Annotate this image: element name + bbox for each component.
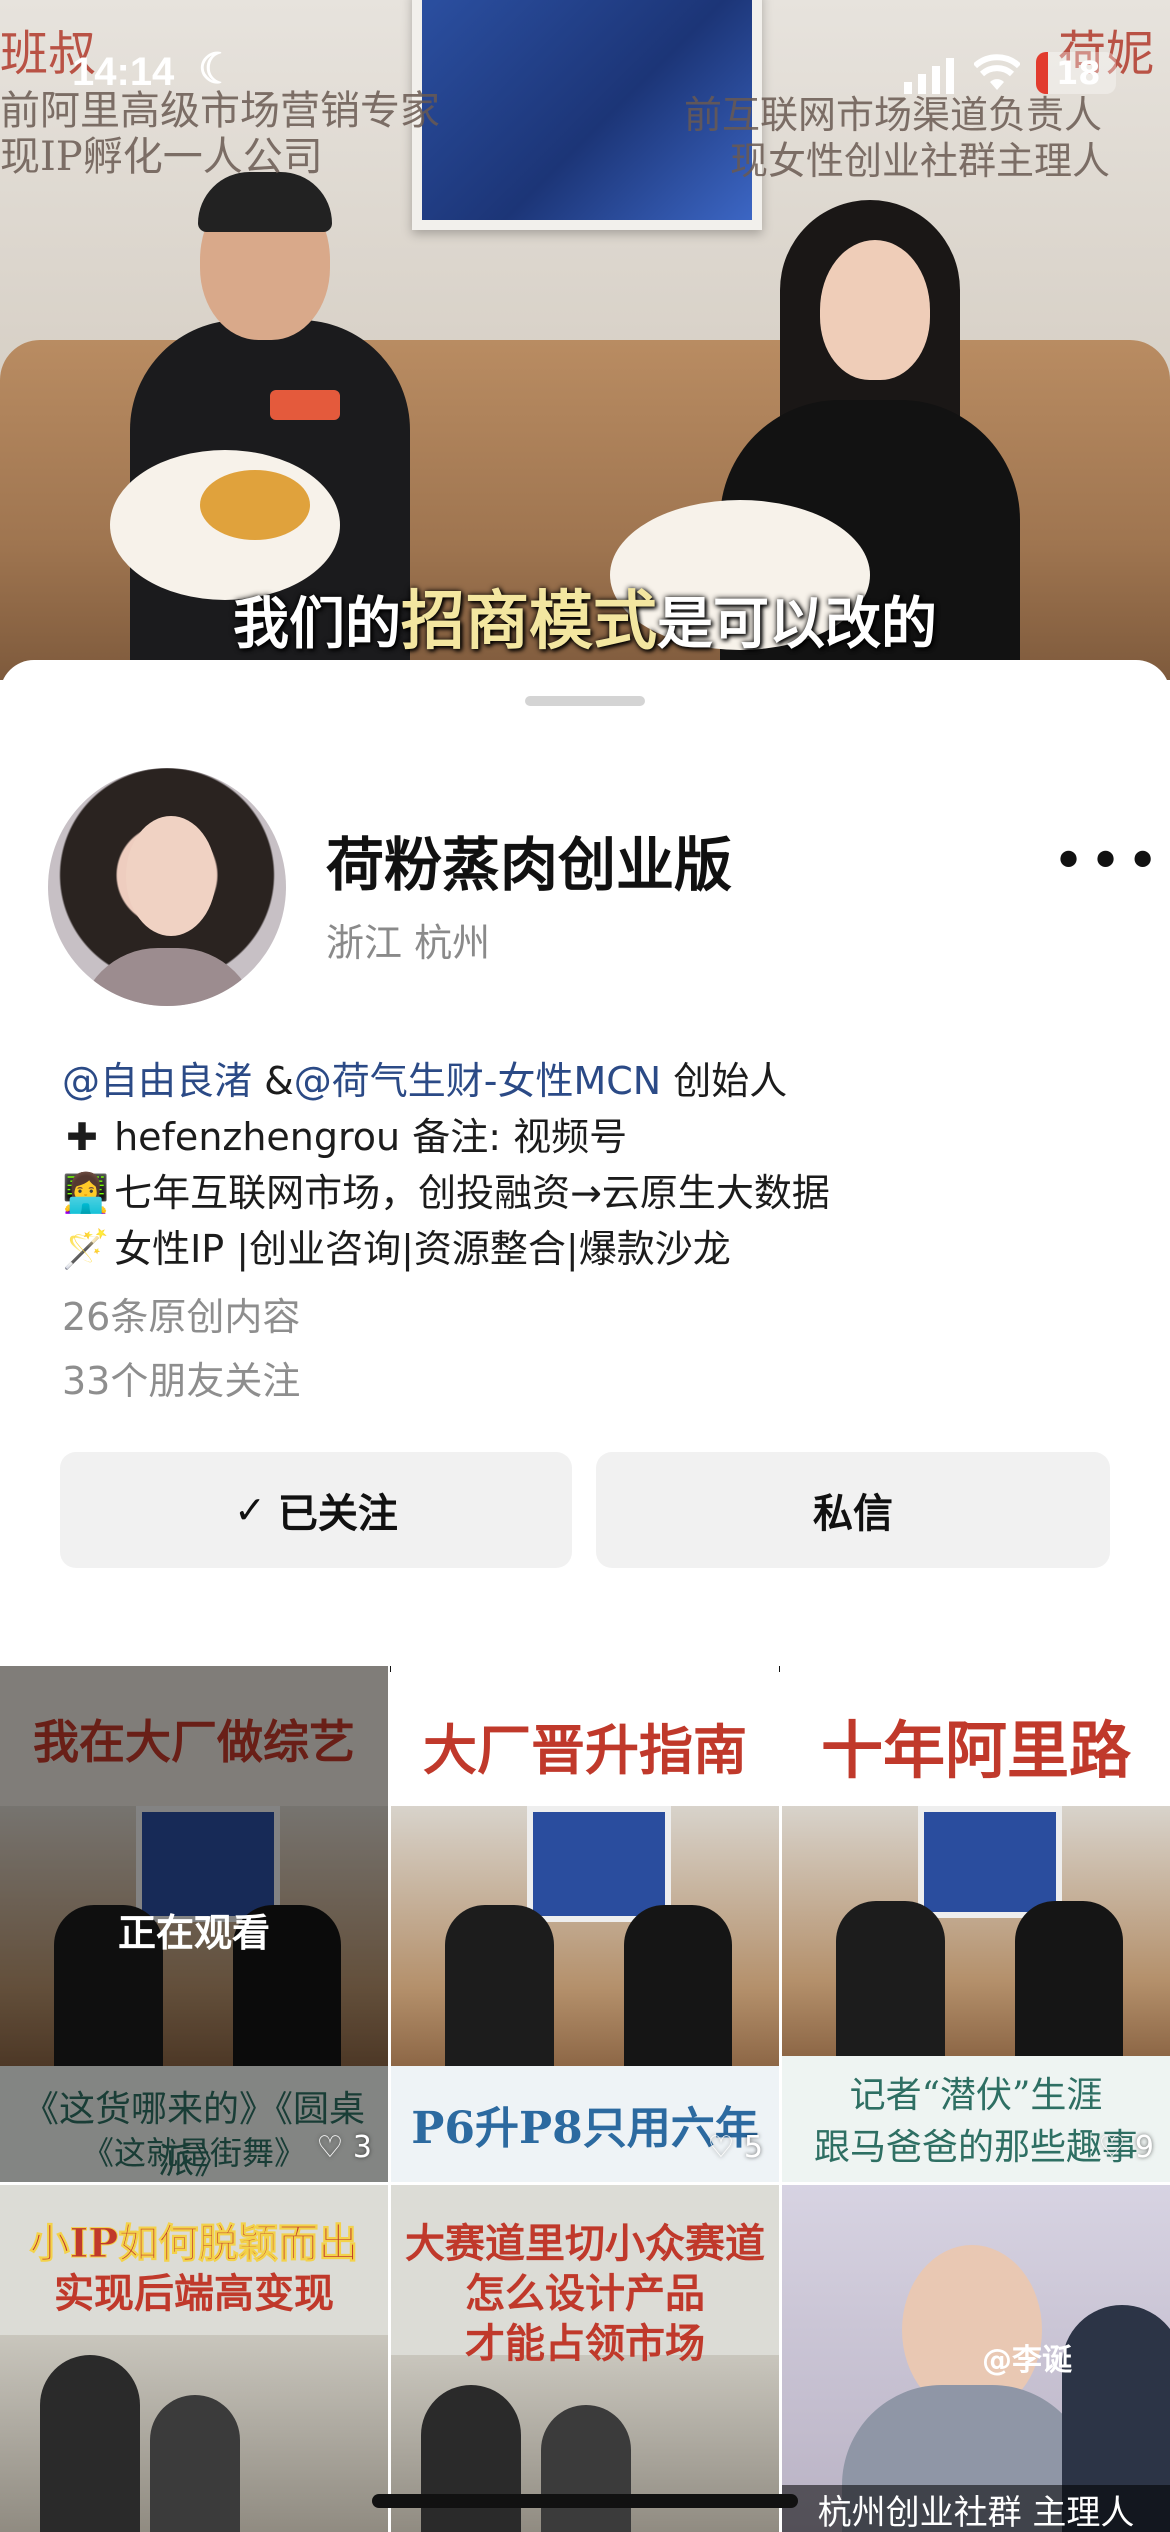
video-grid: 我在大厂做综艺 《这货哪来的》《圆桌派》 《这就是街舞》 正在观看 ♡ 3 大厂… — [0, 1666, 1170, 2532]
heart-icon: ♡ — [707, 2130, 735, 2165]
message-label: 私信 — [813, 1491, 893, 1537]
more-options-icon[interactable]: ••• — [1052, 834, 1163, 890]
video-thumbnail-3[interactable]: 十年阿里路 记者“潜伏”生涯 跟马爸爸的那些趣事 ♡ 9 — [782, 1666, 1170, 2182]
followed-button[interactable]: ✓ 已关注 — [60, 1452, 572, 1568]
bio-line-1: @自由良渚 &@荷气生财-女性MCN 创始人 — [62, 1050, 787, 1105]
mention-link-1[interactable]: @自由良渚 — [62, 1059, 252, 1103]
moon-icon: ☾ — [198, 45, 236, 92]
video-thumbnail-2[interactable]: 大厂晋升指南 P6升P8只用六年 ♡ 5 — [391, 1666, 779, 2182]
video-thumbnail-5[interactable]: 大赛道里切小众赛道 怎么设计产品 才能占领市场 — [391, 2185, 779, 2532]
profile-location: 浙江 杭州 — [326, 921, 491, 965]
egg-yolk — [200, 470, 310, 540]
bio-services: 女性IP |创业咨询|资源整合|爆款沙龙 — [114, 1227, 731, 1271]
left-guest-desc2: 现IP孵化一人公司 — [0, 134, 323, 180]
thumb-3-likes: ♡ 9 — [1098, 2130, 1154, 2165]
signal-icon — [904, 58, 956, 94]
video-player[interactable]: 班叔 前阿里高级市场营销专家 现IP孵化一人公司 荷妮 前互联网市场渠道负责人 … — [0, 0, 1170, 680]
thumb-6-watermark: @李诞 — [982, 2343, 1072, 2378]
home-indicator[interactable] — [372, 2494, 798, 2508]
checkmark-icon: ✓ — [234, 1488, 266, 1532]
bio-experience: 七年互联网市场，创投融资→云原生大数据 — [114, 1171, 830, 1215]
thumb-5-caption-2: 才能占领市场 — [465, 2320, 705, 2367]
sheet-drag-handle[interactable] — [525, 696, 645, 706]
magic-wand-icon: 🪄 — [62, 1227, 110, 1271]
thumb-1-like-count: 3 — [352, 2130, 372, 2165]
thumb-4-caption: 实现后端高变现 — [54, 2270, 334, 2317]
heart-icon: ♡ — [1098, 2130, 1126, 2165]
wifi-icon — [972, 54, 1022, 94]
thumb-2-title: 大厂晋升指南 — [423, 1718, 747, 1782]
followed-label: 已关注 — [277, 1491, 398, 1537]
bio-role: 创始人 — [661, 1059, 788, 1103]
video-thumbnail-1[interactable]: 我在大厂做综艺 《这货哪来的》《圆桌派》 《这就是街舞》 正在观看 ♡ 3 — [0, 1666, 388, 2182]
bio-line-2: ✚ hefenzhengrou 备注: 视频号 — [62, 1106, 627, 1161]
thumb-3-like-count: 9 — [1134, 2130, 1154, 2165]
original-content-count[interactable]: 26条原创内容 — [62, 1286, 300, 1341]
subtitle-post: 是可以改的 — [657, 591, 937, 657]
bio-contact: hefenzhengrou 备注: 视频号 — [114, 1115, 628, 1159]
technologist-icon: 👩‍💻 — [62, 1171, 110, 1215]
status-time: 14:14 — [72, 50, 175, 94]
subtitle-pre: 我们的 — [233, 591, 401, 657]
battery-icon: 18 — [1036, 52, 1116, 94]
bio-separator: & — [252, 1059, 294, 1103]
heart-icon: ♡ — [316, 2130, 344, 2165]
message-button[interactable]: 私信 — [596, 1452, 1110, 1568]
plus-icon: ✚ — [66, 1115, 98, 1159]
friends-following-count[interactable]: 33个朋友关注 — [62, 1350, 300, 1405]
bio-line-3: 👩‍💻 七年互联网市场，创投融资→云原生大数据 — [62, 1162, 830, 1217]
now-watching-label: 正在观看 — [117, 1911, 270, 1955]
thumb-1-likes: ♡ 3 — [316, 2130, 372, 2165]
video-subtitle: 我们的招商模式是可以改的 — [0, 570, 1170, 662]
right-guest-desc2: 现女性创业社群主理人 — [730, 139, 1111, 183]
battery-level: 18 — [1056, 54, 1101, 92]
avatar[interactable] — [48, 768, 286, 1006]
thumb-3-title: 十年阿里路 — [820, 1714, 1131, 1787]
thumb-6-caption: 杭州创业社群 主理人 — [782, 2485, 1170, 2532]
video-thumbnail-6[interactable]: @李诞 杭州创业社群 主理人 — [782, 2185, 1170, 2532]
thumb-2-likes: ♡ 5 — [707, 2130, 763, 2165]
bio-line-4: 🪄 女性IP |创业咨询|资源整合|爆款沙龙 — [62, 1218, 731, 1273]
video-thumbnail-4[interactable]: 小IP如何脱颖而出 实现后端高变现 — [0, 2185, 388, 2532]
mention-link-2[interactable]: @荷气生财-女性MCN — [294, 1059, 661, 1103]
thumb-2-like-count: 5 — [743, 2130, 763, 2165]
thumb-3-caption-1: 记者“潜伏”生涯 — [849, 2075, 1103, 2116]
profile-name: 荷粉蒸肉创业版 — [326, 831, 733, 899]
subtitle-highlight: 招商模式 — [401, 584, 657, 659]
